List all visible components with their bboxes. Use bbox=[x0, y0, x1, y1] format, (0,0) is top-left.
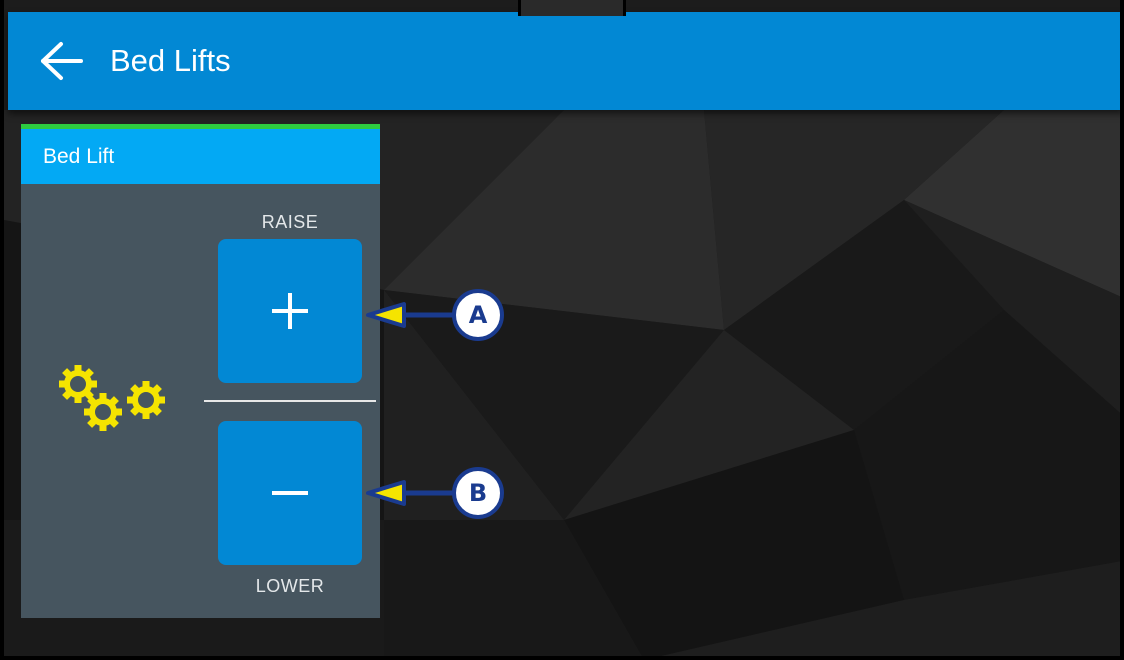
callout-arrow-b bbox=[366, 480, 464, 506]
lower-button[interactable] bbox=[218, 421, 362, 565]
app-bar: Bed Lifts bbox=[8, 12, 1120, 110]
divider bbox=[204, 400, 376, 402]
lower-label: LOWER bbox=[255, 576, 325, 596]
screen-frame: Bed Lifts Bed Lift RAISE LOWER A B bbox=[0, 0, 1124, 660]
arrow-left-icon bbox=[41, 42, 83, 80]
callout-b: B bbox=[452, 467, 504, 519]
raise-button[interactable] bbox=[218, 239, 362, 383]
minus-icon bbox=[272, 491, 308, 495]
card-title: Bed Lift bbox=[21, 129, 380, 184]
plus-icon bbox=[272, 293, 308, 329]
callout-arrow-a bbox=[366, 302, 464, 328]
raise-label: RAISE bbox=[261, 212, 319, 232]
callout-a: A bbox=[452, 289, 504, 341]
back-button[interactable] bbox=[36, 36, 86, 86]
bed-lift-card: Bed Lift RAISE LOWER bbox=[21, 124, 380, 618]
top-tab-decoration bbox=[518, 0, 626, 16]
gears-icon bbox=[51, 362, 171, 442]
page-title: Bed Lifts bbox=[110, 43, 231, 78]
